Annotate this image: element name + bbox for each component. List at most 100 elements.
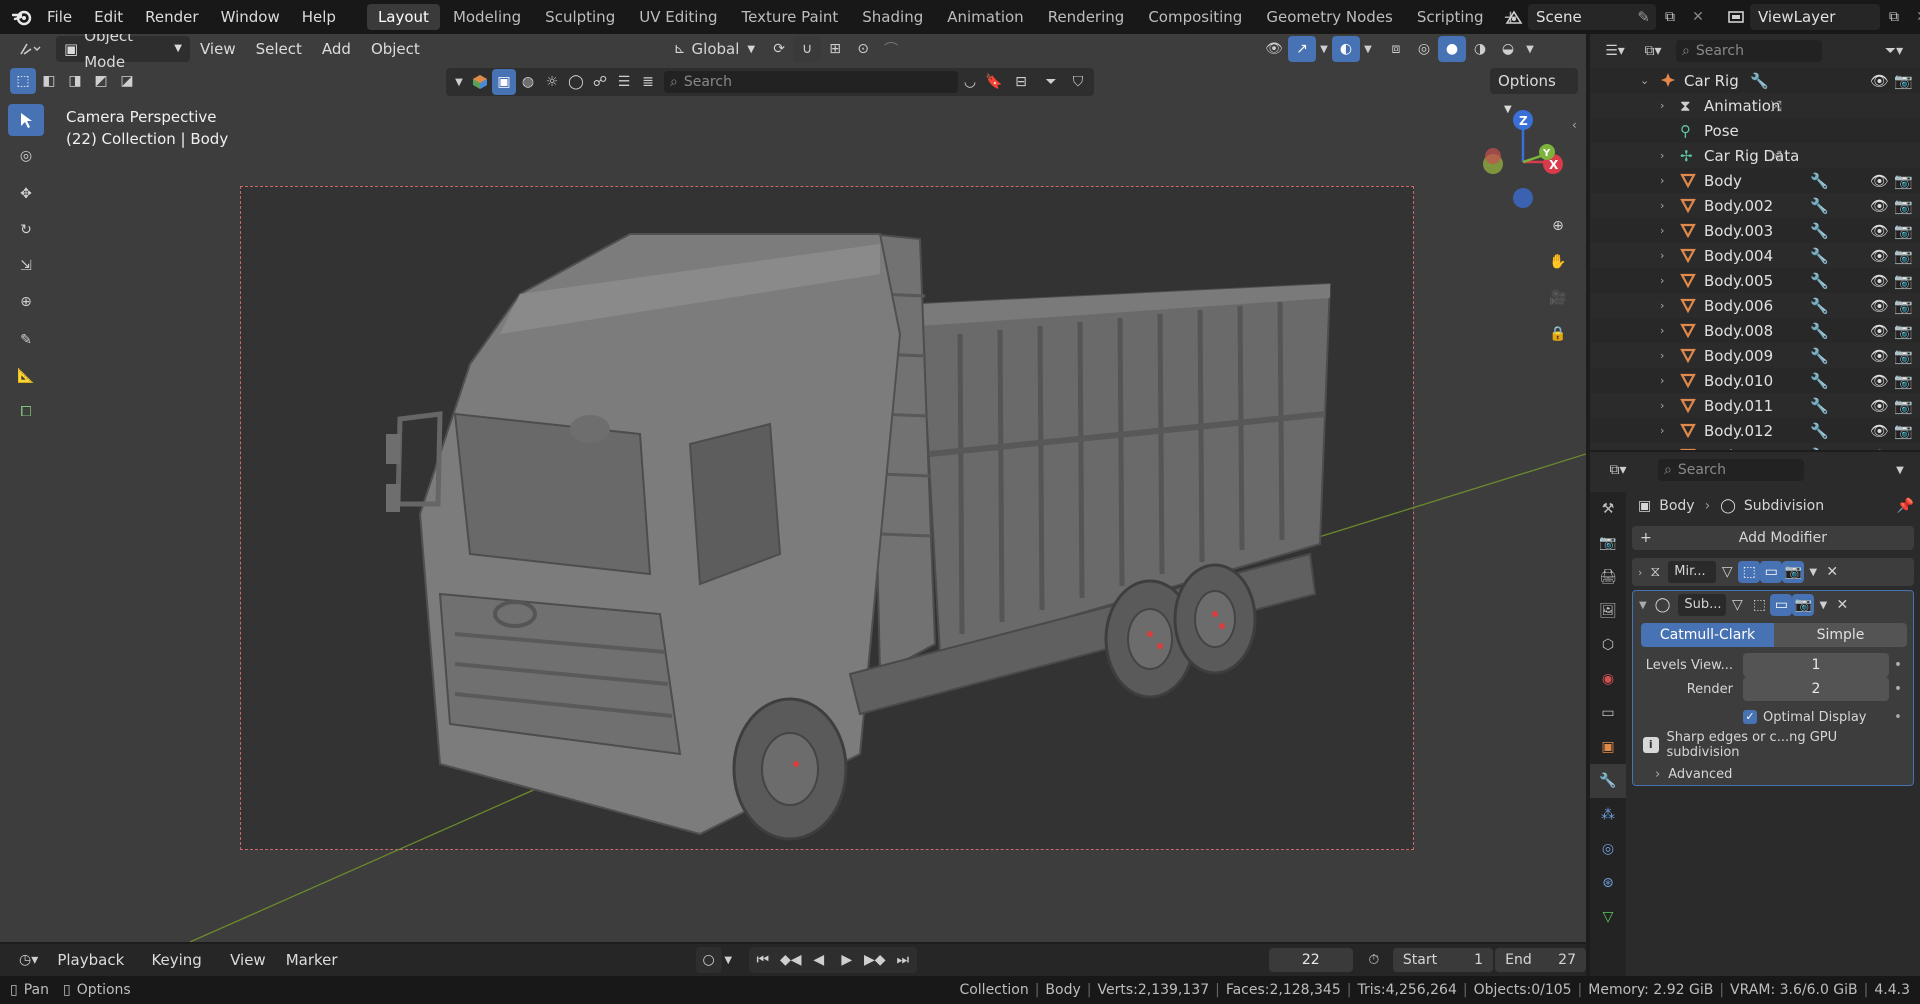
eye-icon[interactable]: 👁 xyxy=(1870,372,1889,390)
menu-timeline-view[interactable]: View xyxy=(220,945,276,975)
action-icon[interactable]: ⤨ xyxy=(1770,97,1782,115)
viewport-display-icon[interactable]: ▭ xyxy=(1770,594,1793,616)
eye-icon[interactable]: 👁 xyxy=(1870,322,1889,340)
auto-key-icon[interactable]: ○ xyxy=(695,947,722,973)
modifier-wrench-icon[interactable]: 🔧 xyxy=(1810,272,1829,290)
camera-render-icon[interactable]: 📷 xyxy=(1894,247,1913,265)
camera-render-icon[interactable]: 📷 xyxy=(1894,322,1913,340)
menu-edit[interactable]: Edit xyxy=(83,0,134,34)
render-display-icon[interactable]: 📷 xyxy=(1792,594,1815,616)
render-display-icon[interactable]: 📷 xyxy=(1782,561,1805,583)
chevron-right-icon[interactable]: › xyxy=(1660,174,1664,187)
modifier-wrench-icon[interactable]: 🔧 xyxy=(1810,397,1829,415)
eye-icon[interactable]: 👁 xyxy=(1870,347,1889,365)
camera-render-icon[interactable]: 📷 xyxy=(1894,222,1913,240)
outliner-item[interactable]: › Body 🔧 👁 📷 xyxy=(1590,168,1920,193)
particles-tab-icon[interactable]: ⁂ xyxy=(1590,798,1626,832)
chevron-right-icon[interactable]: › xyxy=(1660,99,1664,112)
camera-render-icon[interactable]: 📷 xyxy=(1894,347,1913,365)
outliner-item[interactable]: › Body.009 🔧 👁 📷 xyxy=(1590,343,1920,368)
new-viewlayer-icon[interactable]: ⧉ xyxy=(1880,4,1908,30)
modifier-wrench-icon[interactable]: 🔧 xyxy=(1810,372,1829,390)
menu-help[interactable]: Help xyxy=(291,0,347,34)
chevron-right-icon[interactable]: › xyxy=(1660,149,1664,162)
modifier-wrench-icon[interactable]: 🔧 xyxy=(1750,72,1769,90)
keyframe-dot-icon[interactable]: • xyxy=(1889,657,1907,673)
close-icon[interactable]: ✕ xyxy=(1832,592,1852,618)
eye-icon[interactable]: 👁 xyxy=(1870,422,1889,440)
pin-icon[interactable]: 📌 xyxy=(1897,498,1914,514)
subdivision-name-field[interactable]: Sub... xyxy=(1678,594,1727,616)
output-tab-icon[interactable]: 🖨 xyxy=(1590,560,1626,594)
properties-editor-icon[interactable]: ⧉▾ xyxy=(1598,457,1638,483)
outliner-item[interactable]: ⚲ Pose xyxy=(1590,118,1920,143)
outliner-item[interactable]: › Body.012 🔧 👁 📷 xyxy=(1590,418,1920,443)
eye-icon[interactable]: 👁 xyxy=(1870,247,1889,265)
pin-icon[interactable]: ✎ xyxy=(1637,4,1650,30)
start-frame-field[interactable]: Start 1 xyxy=(1392,948,1494,972)
modifier-wrench-icon[interactable]: 🔧 xyxy=(1810,222,1829,240)
edit-mode-icon[interactable]: ▽ xyxy=(1726,592,1748,618)
object-tab-icon[interactable]: ▣ xyxy=(1590,730,1626,764)
edit-mode-icon[interactable]: ▽ xyxy=(1716,559,1738,585)
end-frame-field[interactable]: End 27 xyxy=(1495,948,1586,972)
menu-file[interactable]: File xyxy=(36,0,83,34)
outliner-item[interactable]: ⌄ Car Rig 🔧 👁 📷 xyxy=(1590,68,1920,93)
menu-window[interactable]: Window xyxy=(210,0,291,34)
chevron-right-icon[interactable]: › xyxy=(1660,199,1664,212)
camera-render-icon[interactable]: 📷 xyxy=(1894,372,1913,390)
camera-render-icon[interactable]: 📷 xyxy=(1894,447,1913,451)
eye-icon[interactable]: 👁 xyxy=(1870,222,1889,240)
tab-layout[interactable]: Layout xyxy=(366,4,440,30)
eye-icon[interactable]: 👁 xyxy=(1870,397,1889,415)
keyframe-dot-icon[interactable]: • xyxy=(1889,681,1907,697)
modifier-wrench-icon[interactable]: 🔧 xyxy=(1810,347,1829,365)
constraints-tab-icon[interactable]: ⊛ xyxy=(1590,866,1626,900)
outliner-item[interactable]: › Body.006 🔧 👁 📷 xyxy=(1590,293,1920,318)
cage-icon[interactable]: ⬚ xyxy=(1738,561,1761,583)
pan-hand-icon[interactable]: ✋ xyxy=(1540,246,1576,278)
viewlayer-icon[interactable] xyxy=(1722,4,1750,30)
timeline-editor-icon[interactable]: ◷▾ xyxy=(10,947,47,973)
tab-shading[interactable]: Shading xyxy=(851,4,934,30)
chevron-right-icon[interactable]: › xyxy=(1660,299,1664,312)
camera-render-icon[interactable]: 📷 xyxy=(1894,422,1913,440)
chevron-down-icon[interactable]: ▼ xyxy=(1814,592,1832,618)
play-reverse-icon[interactable]: ◀ xyxy=(805,947,833,973)
modifier-wrench-icon[interactable]: 🔧 xyxy=(1810,197,1829,215)
modifier-wrench-icon[interactable]: 🔧 xyxy=(1810,172,1829,190)
jump-start-icon[interactable]: ⏮ xyxy=(749,947,777,973)
prev-keyframe-icon[interactable]: ◆◀ xyxy=(777,947,805,973)
chevron-right-icon[interactable]: › xyxy=(1660,374,1664,387)
new-scene-icon[interactable]: ⧉ xyxy=(1656,4,1684,30)
chevron-down-icon[interactable]: ▼ xyxy=(1886,457,1914,483)
chevron-down-icon[interactable]: ⌄ xyxy=(1640,74,1649,87)
eye-icon[interactable]: 👁 xyxy=(1870,172,1889,190)
tab-scripting[interactable]: Scripting xyxy=(1406,4,1495,30)
modifier-wrench-icon[interactable]: 🔧 xyxy=(1810,422,1829,440)
chevron-right-icon[interactable]: › xyxy=(1660,424,1664,437)
render-tab-icon[interactable]: 📷 xyxy=(1590,526,1626,560)
modifier-tab-icon[interactable]: 🔧 xyxy=(1590,764,1626,798)
scene-icon[interactable] xyxy=(1500,4,1528,30)
outliner-item[interactable]: › Body.004 🔧 👁 📷 xyxy=(1590,243,1920,268)
chevron-down-icon[interactable]: ▼ xyxy=(722,947,735,973)
keyframe-dot-icon[interactable]: • xyxy=(1889,710,1907,725)
viewlayer-name-field[interactable]: ViewLayer xyxy=(1750,4,1880,30)
outliner-item[interactable]: › Body.011 🔧 👁 📷 xyxy=(1590,393,1920,418)
outliner-item[interactable]: › Body.002 🔧 👁 📷 xyxy=(1590,193,1920,218)
camera-render-icon[interactable]: 📷 xyxy=(1894,172,1913,190)
tab-sculpting[interactable]: Sculpting xyxy=(534,4,626,30)
jump-end-icon[interactable]: ⏭ xyxy=(889,947,917,973)
outliner-search-input[interactable]: ⌕ Search xyxy=(1676,40,1822,62)
viewport-display-icon[interactable]: ▭ xyxy=(1760,561,1783,583)
advanced-panel[interactable]: › Advanced xyxy=(1655,764,1913,784)
3d-viewport[interactable]: ▣ Object Mode ▼ View Select Add Object ⊾… xyxy=(0,34,1586,942)
close-icon[interactable]: ✕ xyxy=(1822,559,1842,585)
tool-tab-icon[interactable]: ⚒ xyxy=(1590,492,1626,526)
eye-icon[interactable]: 👁 xyxy=(1870,272,1889,290)
levels-viewport-field[interactable]: 1 xyxy=(1743,653,1889,677)
physics-tab-icon[interactable]: ◎ xyxy=(1590,832,1626,866)
outliner-item[interactable]: › Body.013 🔧 👁 📷 xyxy=(1590,443,1920,450)
add-modifier-button[interactable]: + Add Modifier xyxy=(1632,526,1914,550)
